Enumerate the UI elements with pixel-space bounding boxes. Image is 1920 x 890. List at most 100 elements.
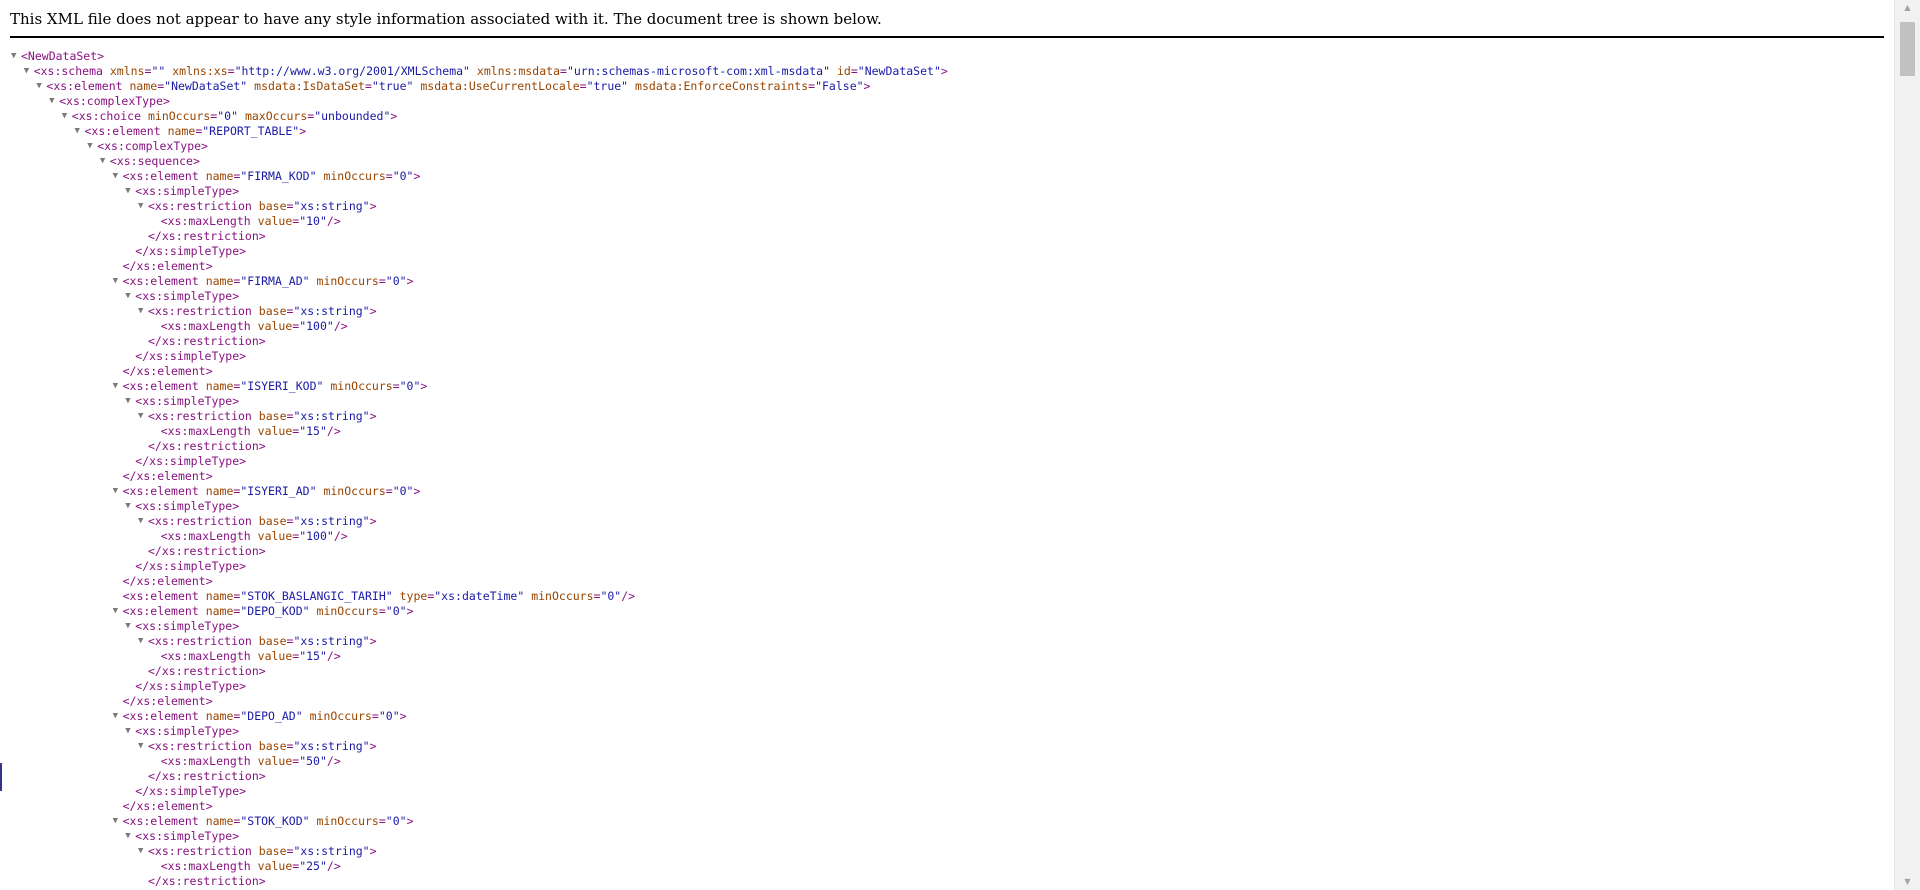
collapse-toggle-icon[interactable]: ▼ [49, 94, 59, 109]
tag-end: > [205, 799, 213, 813]
tag-end: > [239, 244, 247, 258]
attribute-value: "10" [299, 214, 327, 228]
xml-line: </xs:restriction> [0, 769, 1890, 784]
xml-line-content: <xs:restriction base="xs:string"> [148, 514, 377, 529]
collapse-toggle-icon[interactable]: ▼ [125, 184, 135, 199]
collapse-toggle-icon[interactable]: ▼ [113, 709, 123, 724]
xml-line-content: <xs:complexType> [59, 94, 170, 109]
xml-line-content: <xs:simpleType> [135, 499, 239, 514]
attribute-value: "0" [385, 274, 407, 288]
attribute-name: type [399, 589, 428, 603]
collapse-toggle-icon[interactable]: ▼ [62, 109, 72, 124]
collapse-toggle-icon[interactable]: ▼ [87, 139, 97, 154]
xml-line-content: <xs:restriction base="xs:string"> [148, 844, 377, 859]
collapse-toggle-icon[interactable]: ▼ [100, 154, 110, 169]
xml-line: ▼ <xs:restriction base="xs:string"> [0, 739, 1890, 754]
tag-name: </xs:simpleType [135, 559, 240, 573]
xml-line: </xs:element> [0, 364, 1890, 379]
collapse-toggle-icon[interactable]: ▼ [138, 739, 148, 754]
xml-line: </xs:element> [0, 469, 1890, 484]
collapse-toggle-icon[interactable]: ▼ [125, 394, 135, 409]
attribute-value: "ISYERI_KOD" [240, 379, 324, 393]
tag-name: </xs:simpleType [135, 349, 240, 363]
xml-line-content: <xs:sequence> [110, 154, 200, 169]
tag-end: > [232, 499, 240, 513]
xml-line: <xs:maxLength value="50"/> [0, 754, 1890, 769]
collapse-toggle-icon[interactable]: ▼ [113, 604, 123, 619]
tag-name: <xs:restriction [148, 739, 252, 753]
collapse-toggle-icon[interactable]: ▼ [125, 499, 135, 514]
tag-name: <xs:complexType [59, 94, 163, 108]
collapse-toggle-icon[interactable]: ▼ [113, 814, 123, 829]
attribute-value: "xs:string" [293, 304, 370, 318]
tag-end: > [205, 694, 213, 708]
xml-line: ▼ <xs:element name="REPORT_TABLE"> [0, 124, 1890, 139]
collapse-toggle-icon[interactable]: ▼ [125, 724, 135, 739]
xml-line: </xs:restriction> [0, 544, 1890, 559]
collapse-toggle-icon[interactable]: ▼ [125, 619, 135, 634]
xml-line: <xs:maxLength value="100"/> [0, 319, 1890, 334]
tag-end: > [232, 184, 240, 198]
collapse-toggle-icon[interactable]: ▼ [125, 829, 135, 844]
attribute-value: "25" [299, 859, 327, 873]
scroll-thumb[interactable] [1900, 22, 1915, 76]
xml-line: ▼ <xs:simpleType> [0, 829, 1890, 844]
attribute-equals: = [392, 379, 400, 393]
xml-line: ▼ <xs:complexType> [0, 94, 1890, 109]
xml-line-content: </xs:simpleType> [135, 679, 246, 694]
xml-line: ▼ <xs:element name="FIRMA_AD" minOccurs="… [0, 274, 1890, 289]
vertical-scrollbar[interactable]: ▲ ▼ [1894, 0, 1920, 890]
tag-name: <xs:sequence [109, 154, 193, 168]
xml-line-content: </xs:restriction> [148, 769, 266, 784]
collapse-toggle-icon[interactable]: ▼ [125, 289, 135, 304]
collapse-toggle-icon[interactable]: ▼ [75, 124, 85, 139]
attribute-value: "0" [392, 484, 414, 498]
collapse-toggle-icon[interactable]: ▼ [138, 304, 148, 319]
collapse-toggle-icon[interactable]: ▼ [138, 634, 148, 649]
xml-line: </xs:element> [0, 694, 1890, 709]
collapse-toggle-icon[interactable]: ▼ [113, 484, 123, 499]
tag-end: > [369, 844, 377, 858]
collapse-toggle-icon[interactable]: ▼ [11, 49, 21, 64]
attribute-name: minOccurs [316, 604, 379, 618]
collapse-toggle-icon[interactable]: ▼ [138, 514, 148, 529]
xml-line: </xs:element> [0, 259, 1890, 274]
attribute-value: "STOK_BASLANGIC_TARIH" [240, 589, 393, 603]
tag-name: </xs:element [122, 259, 206, 273]
scroll-down-arrow-icon[interactable]: ▼ [1895, 874, 1920, 890]
attribute-equals: = [378, 814, 386, 828]
attribute-name: minOccurs [316, 814, 379, 828]
attribute-name: value [257, 529, 293, 543]
collapse-toggle-icon[interactable]: ▼ [113, 379, 123, 394]
collapse-toggle-icon[interactable]: ▼ [24, 64, 34, 79]
scroll-up-arrow-icon[interactable]: ▲ [1895, 0, 1920, 16]
xml-line: ▼ <xs:restriction base="xs:string"> [0, 514, 1890, 529]
collapse-toggle-icon[interactable]: ▼ [138, 409, 148, 424]
xml-line-content: <xs:simpleType> [135, 724, 239, 739]
attribute-value: "DEPO_AD" [240, 709, 303, 723]
tag-end: > [258, 334, 266, 348]
tag-name: </xs:restriction [148, 334, 259, 348]
tag-name: <xs:simpleType [135, 829, 233, 843]
attribute-value: "xs:string" [293, 409, 370, 423]
tag-end: > [406, 814, 414, 828]
attribute-value: "NewDataSet" [164, 79, 248, 93]
collapse-toggle-icon[interactable]: ▼ [138, 199, 148, 214]
tag-end: > [258, 544, 266, 558]
attribute-value: "0" [399, 379, 421, 393]
collapse-toggle-icon[interactable]: ▼ [36, 79, 46, 94]
collapse-toggle-icon[interactable]: ▼ [113, 169, 123, 184]
tag-name: <xs:element [122, 709, 199, 723]
tag-name: </xs:restriction [148, 874, 259, 888]
tag-end: /> [326, 424, 341, 438]
attribute-value: "15" [299, 424, 327, 438]
attribute-equals: = [378, 274, 386, 288]
collapse-toggle-icon[interactable]: ▼ [138, 844, 148, 859]
xml-line-content: <xs:maxLength value="100"/> [161, 529, 348, 544]
tag-end: > [406, 604, 414, 618]
attribute-equals: = [385, 484, 393, 498]
collapse-toggle-icon[interactable]: ▼ [113, 274, 123, 289]
tag-name: </xs:restriction [148, 439, 259, 453]
tag-name: <xs:element [122, 814, 199, 828]
xml-line-content: <xs:maxLength value="50"/> [161, 754, 341, 769]
